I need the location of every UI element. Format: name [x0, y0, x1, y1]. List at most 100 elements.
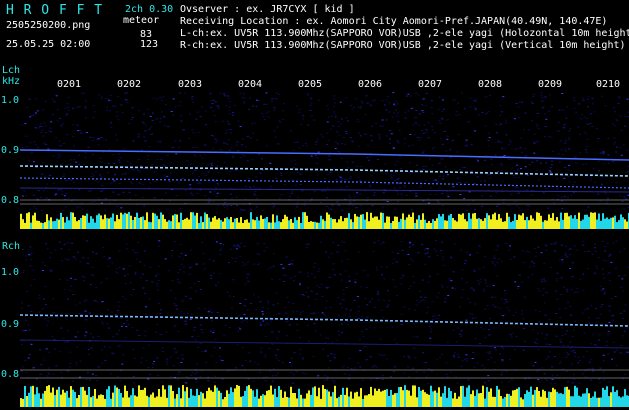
noise-dot	[222, 244, 225, 246]
noise-dot	[54, 348, 56, 350]
noise-dot	[351, 108, 354, 110]
activity-bar	[418, 215, 420, 229]
activity-bar	[354, 392, 356, 407]
noise-dot	[499, 114, 502, 116]
activity-bar	[136, 396, 138, 407]
noise-dot	[249, 97, 252, 99]
noise-dot	[239, 255, 242, 257]
noise-dot	[226, 129, 228, 131]
noise-dot	[283, 103, 285, 105]
activity-bar	[50, 217, 52, 229]
noise-dot	[373, 192, 376, 193]
noise-dot	[46, 375, 49, 377]
noise-dot	[289, 362, 291, 363]
activity-bar	[130, 215, 132, 229]
noise-dot	[298, 147, 301, 149]
noise-dot	[107, 162, 110, 164]
noise-dot	[168, 181, 171, 183]
noise-dot	[311, 313, 314, 315]
noise-dot	[605, 260, 608, 262]
noise-dot	[601, 268, 604, 270]
noise-dot	[224, 325, 227, 326]
noise-dot	[378, 136, 381, 138]
noise-dot	[494, 347, 496, 349]
noise-dot	[446, 376, 449, 378]
noise-dot	[158, 209, 161, 211]
activity-bar	[262, 219, 264, 229]
noise-dot	[570, 194, 573, 196]
noise-dot	[296, 206, 299, 208]
noise-dot	[120, 104, 123, 106]
noise-dot	[109, 94, 112, 96]
activity-bar	[576, 219, 578, 229]
activity-bar	[316, 396, 318, 407]
noise-dot	[539, 322, 542, 324]
activity-bar	[476, 389, 478, 407]
noise-dot	[66, 134, 69, 136]
noise-dot	[253, 263, 256, 265]
noise-dot	[556, 374, 559, 376]
noise-dot	[304, 143, 307, 144]
activity-bar	[28, 392, 30, 407]
noise-dot	[340, 332, 343, 333]
noise-dot	[422, 352, 425, 354]
activity-bar	[354, 213, 356, 229]
noise-dot	[326, 105, 329, 107]
noise-dot	[177, 373, 180, 375]
activity-bar	[602, 213, 604, 229]
noise-dot	[488, 351, 491, 353]
noise-dot	[426, 312, 428, 314]
noise-dot	[215, 195, 218, 197]
noise-dot	[365, 95, 368, 97]
noise-dot	[118, 266, 121, 268]
noise-dot	[195, 339, 198, 341]
activity-bar	[190, 212, 192, 229]
noise-dot	[118, 305, 120, 307]
activity-bar	[400, 218, 402, 229]
noise-dot	[348, 374, 351, 376]
noise-dot	[555, 280, 558, 282]
noise-dot	[303, 204, 306, 206]
activity-bar	[598, 397, 600, 407]
noise-dot	[271, 343, 274, 345]
noise-dot	[537, 128, 540, 130]
noise-dot	[307, 243, 310, 245]
noise-dot	[473, 269, 476, 271]
noise-dot	[259, 172, 262, 174]
noise-dot	[341, 307, 343, 309]
noise-dot	[353, 200, 356, 202]
noise-dot	[375, 266, 378, 268]
noise-dot	[263, 103, 266, 105]
noise-dot	[338, 334, 341, 336]
noise-dot	[325, 197, 328, 199]
noise-dot	[224, 202, 227, 204]
activity-bar	[38, 221, 40, 229]
noise-dot	[69, 289, 71, 291]
noise-dot	[97, 144, 100, 146]
activity-bar	[150, 394, 152, 407]
noise-dot	[565, 140, 567, 141]
noise-dot	[563, 196, 566, 198]
noise-dot	[348, 315, 351, 317]
noise-dot	[493, 327, 496, 329]
activity-bar	[44, 390, 46, 407]
noise-dot	[317, 375, 320, 377]
noise-dot	[235, 248, 238, 250]
noise-dot	[161, 347, 164, 349]
noise-dot	[156, 140, 159, 142]
noise-dot	[566, 189, 569, 191]
noise-dot	[333, 357, 336, 359]
noise-dot	[397, 193, 399, 195]
noise-dot	[356, 192, 359, 194]
noise-dot	[167, 270, 170, 272]
noise-dot	[521, 313, 524, 315]
noise-dot	[265, 92, 268, 94]
noise-dot	[164, 258, 167, 260]
noise-dot	[359, 106, 362, 108]
noise-dot	[40, 126, 43, 128]
activity-bar	[84, 215, 86, 229]
noise-dot	[213, 181, 216, 183]
noise-dot	[84, 157, 87, 159]
noise-dot	[144, 124, 147, 126]
noise-dot	[484, 96, 487, 98]
